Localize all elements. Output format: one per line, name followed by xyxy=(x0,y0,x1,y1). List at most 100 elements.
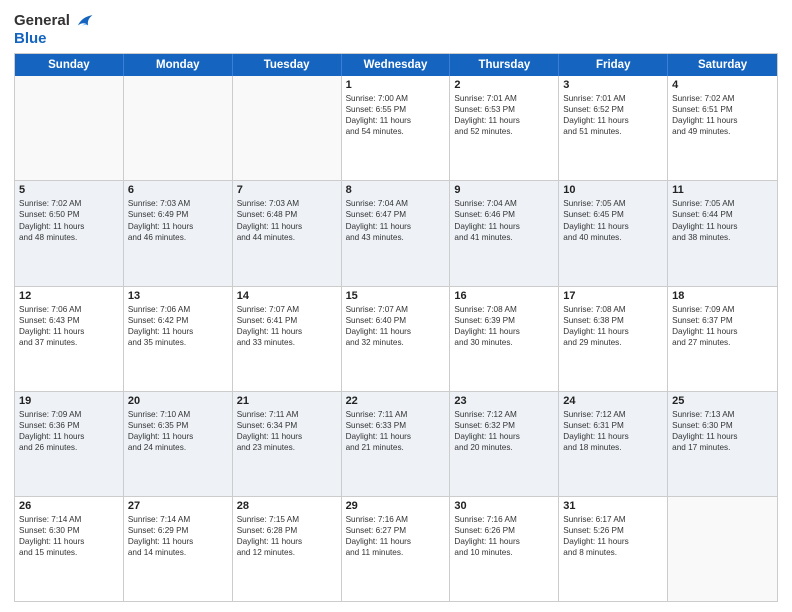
calendar-cell-day-28: 28Sunrise: 7:15 AMSunset: 6:28 PMDayligh… xyxy=(233,497,342,601)
cell-text-line: and 52 minutes. xyxy=(454,126,554,137)
cell-text-line: Daylight: 11 hours xyxy=(563,326,663,337)
cell-text-line: Daylight: 11 hours xyxy=(19,221,119,232)
day-number: 12 xyxy=(19,290,119,302)
cell-text-line: Sunrise: 7:09 AM xyxy=(19,409,119,420)
day-number: 10 xyxy=(563,184,663,196)
day-number: 7 xyxy=(237,184,337,196)
logo: General Blue xyxy=(14,10,94,47)
calendar-cell-day-4: 4Sunrise: 7:02 AMSunset: 6:51 PMDaylight… xyxy=(668,76,777,180)
day-number: 26 xyxy=(19,500,119,512)
cell-text-line: Daylight: 11 hours xyxy=(237,536,337,547)
cell-text-line: and 51 minutes. xyxy=(563,126,663,137)
day-number: 25 xyxy=(672,395,773,407)
cell-text-line: Daylight: 11 hours xyxy=(237,326,337,337)
cell-text-line: Sunset: 6:48 PM xyxy=(237,209,337,220)
calendar-cell-day-15: 15Sunrise: 7:07 AMSunset: 6:40 PMDayligh… xyxy=(342,287,451,391)
cell-text-line: and 29 minutes. xyxy=(563,337,663,348)
day-number: 20 xyxy=(128,395,228,407)
cell-text-line: Sunrise: 7:14 AM xyxy=(19,514,119,525)
calendar-cell-day-24: 24Sunrise: 7:12 AMSunset: 6:31 PMDayligh… xyxy=(559,392,668,496)
cell-text-line: and 10 minutes. xyxy=(454,547,554,558)
cell-text-line: and 12 minutes. xyxy=(237,547,337,558)
calendar-cell-day-21: 21Sunrise: 7:11 AMSunset: 6:34 PMDayligh… xyxy=(233,392,342,496)
cell-text-line: Sunrise: 7:15 AM xyxy=(237,514,337,525)
cell-text-line: Sunset: 6:41 PM xyxy=(237,315,337,326)
cell-text-line: Sunset: 6:34 PM xyxy=(237,420,337,431)
cell-text-line: Sunrise: 7:01 AM xyxy=(563,93,663,104)
cell-text-line: Sunset: 6:35 PM xyxy=(128,420,228,431)
cell-text-line: Sunset: 6:27 PM xyxy=(346,525,446,536)
cell-text-line: Daylight: 11 hours xyxy=(563,431,663,442)
calendar-cell-day-17: 17Sunrise: 7:08 AMSunset: 6:38 PMDayligh… xyxy=(559,287,668,391)
calendar-cell-day-10: 10Sunrise: 7:05 AMSunset: 6:45 PMDayligh… xyxy=(559,181,668,285)
day-number: 1 xyxy=(346,79,446,91)
cell-text-line: Sunset: 5:26 PM xyxy=(563,525,663,536)
calendar-cell-day-1: 1Sunrise: 7:00 AMSunset: 6:55 PMDaylight… xyxy=(342,76,451,180)
cell-text-line: Daylight: 11 hours xyxy=(454,431,554,442)
header-day-monday: Monday xyxy=(124,54,233,76)
day-number: 21 xyxy=(237,395,337,407)
cell-text-line: Daylight: 11 hours xyxy=(454,326,554,337)
calendar-cell-day-25: 25Sunrise: 7:13 AMSunset: 6:30 PMDayligh… xyxy=(668,392,777,496)
calendar-cell-empty-0-2 xyxy=(233,76,342,180)
cell-text-line: Sunset: 6:55 PM xyxy=(346,104,446,115)
cell-text-line: and 49 minutes. xyxy=(672,126,773,137)
day-number: 30 xyxy=(454,500,554,512)
cell-text-line: Sunrise: 7:08 AM xyxy=(454,304,554,315)
cell-text-line: and 35 minutes. xyxy=(128,337,228,348)
day-number: 18 xyxy=(672,290,773,302)
day-number: 17 xyxy=(563,290,663,302)
calendar: SundayMondayTuesdayWednesdayThursdayFrid… xyxy=(14,53,778,602)
cell-text-line: and 30 minutes. xyxy=(454,337,554,348)
cell-text-line: and 21 minutes. xyxy=(346,442,446,453)
day-number: 11 xyxy=(672,184,773,196)
calendar-cell-day-22: 22Sunrise: 7:11 AMSunset: 6:33 PMDayligh… xyxy=(342,392,451,496)
calendar-header: SundayMondayTuesdayWednesdayThursdayFrid… xyxy=(15,54,777,76)
cell-text-line: and 46 minutes. xyxy=(128,232,228,243)
cell-text-line: Sunrise: 7:16 AM xyxy=(346,514,446,525)
day-number: 29 xyxy=(346,500,446,512)
cell-text-line: Daylight: 11 hours xyxy=(237,221,337,232)
day-number: 13 xyxy=(128,290,228,302)
calendar-cell-day-26: 26Sunrise: 7:14 AMSunset: 6:30 PMDayligh… xyxy=(15,497,124,601)
cell-text-line: and 54 minutes. xyxy=(346,126,446,137)
cell-text-line: Sunrise: 7:07 AM xyxy=(346,304,446,315)
cell-text-line: Sunset: 6:29 PM xyxy=(128,525,228,536)
calendar-cell-day-6: 6Sunrise: 7:03 AMSunset: 6:49 PMDaylight… xyxy=(124,181,233,285)
cell-text-line: Sunset: 6:52 PM xyxy=(563,104,663,115)
calendar-cell-day-9: 9Sunrise: 7:04 AMSunset: 6:46 PMDaylight… xyxy=(450,181,559,285)
cell-text-line: Daylight: 11 hours xyxy=(672,115,773,126)
cell-text-line: Sunset: 6:32 PM xyxy=(454,420,554,431)
cell-text-line: Daylight: 11 hours xyxy=(563,536,663,547)
cell-text-line: Sunset: 6:47 PM xyxy=(346,209,446,220)
calendar-row-2: 12Sunrise: 7:06 AMSunset: 6:43 PMDayligh… xyxy=(15,287,777,392)
day-number: 27 xyxy=(128,500,228,512)
cell-text-line: Sunrise: 7:07 AM xyxy=(237,304,337,315)
cell-text-line: Sunset: 6:42 PM xyxy=(128,315,228,326)
cell-text-line: and 24 minutes. xyxy=(128,442,228,453)
cell-text-line: Daylight: 11 hours xyxy=(454,115,554,126)
cell-text-line: Daylight: 11 hours xyxy=(672,326,773,337)
cell-text-line: and 15 minutes. xyxy=(19,547,119,558)
cell-text-line: Daylight: 11 hours xyxy=(19,431,119,442)
cell-text-line: Daylight: 11 hours xyxy=(128,431,228,442)
cell-text-line: and 48 minutes. xyxy=(19,232,119,243)
cell-text-line: and 17 minutes. xyxy=(672,442,773,453)
day-number: 9 xyxy=(454,184,554,196)
day-number: 24 xyxy=(563,395,663,407)
day-number: 2 xyxy=(454,79,554,91)
calendar-row-0: 1Sunrise: 7:00 AMSunset: 6:55 PMDaylight… xyxy=(15,76,777,181)
cell-text-line: Daylight: 11 hours xyxy=(346,115,446,126)
cell-text-line: and 38 minutes. xyxy=(672,232,773,243)
cell-text-line: Sunset: 6:40 PM xyxy=(346,315,446,326)
cell-text-line: Sunrise: 7:04 AM xyxy=(346,198,446,209)
day-number: 3 xyxy=(563,79,663,91)
cell-text-line: Sunrise: 7:03 AM xyxy=(237,198,337,209)
calendar-cell-empty-0-1 xyxy=(124,76,233,180)
header-day-friday: Friday xyxy=(559,54,668,76)
cell-text-line: Sunset: 6:50 PM xyxy=(19,209,119,220)
cell-text-line: and 18 minutes. xyxy=(563,442,663,453)
calendar-cell-day-18: 18Sunrise: 7:09 AMSunset: 6:37 PMDayligh… xyxy=(668,287,777,391)
day-number: 8 xyxy=(346,184,446,196)
cell-text-line: Sunrise: 7:06 AM xyxy=(19,304,119,315)
